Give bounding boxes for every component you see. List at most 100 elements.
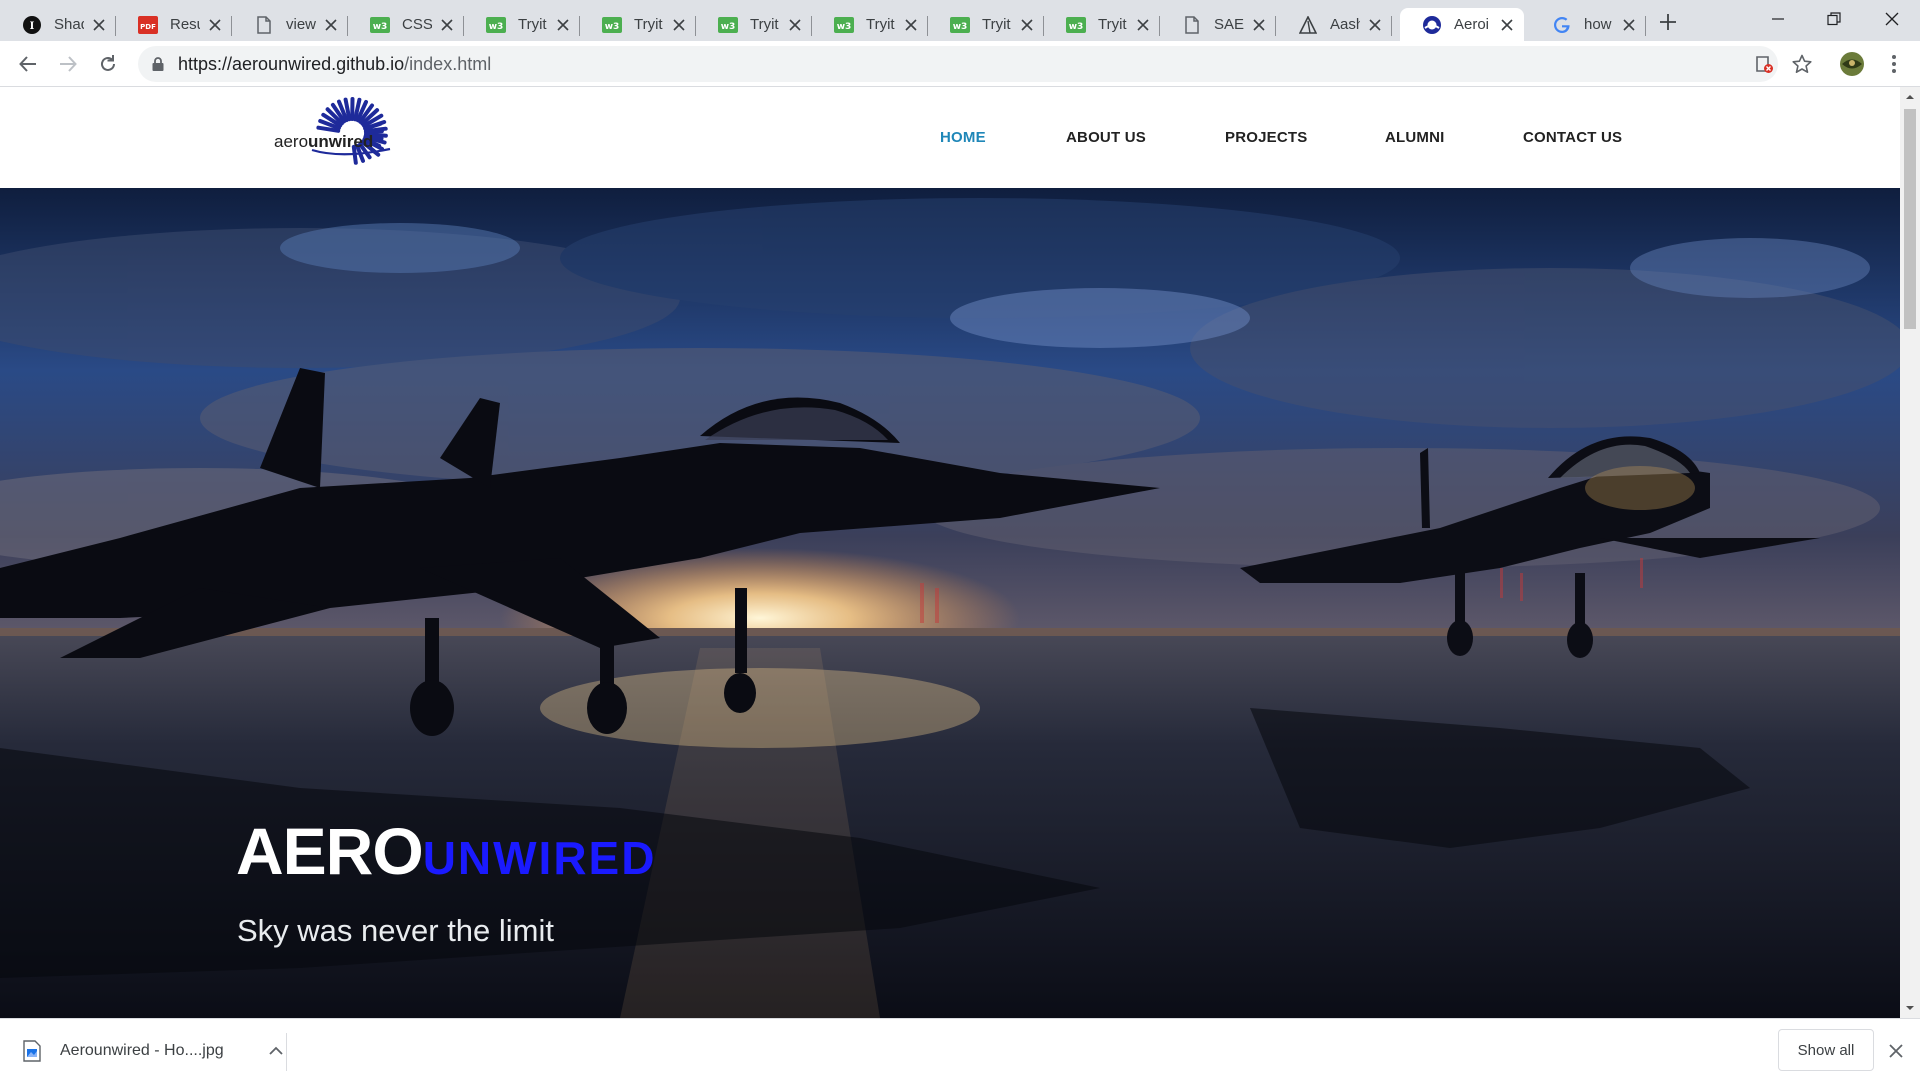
blocked-icon [1756, 56, 1773, 73]
svg-text:w3: w3 [489, 22, 504, 32]
avatar [1840, 52, 1864, 76]
close-icon[interactable] [438, 16, 456, 34]
browser-tab[interactable]: view- [232, 8, 348, 41]
tab-title: Shady [54, 16, 84, 33]
browser-tab[interactable]: SAE In [1160, 8, 1276, 41]
browser-tab[interactable]: w3 Tryit E [580, 8, 696, 41]
site-logo[interactable]: aerounwired [272, 97, 400, 165]
w3schools-icon: w3 [370, 15, 390, 35]
content-blocked-button[interactable] [1750, 50, 1778, 78]
close-icon[interactable] [322, 16, 340, 34]
close-icon[interactable] [1498, 16, 1516, 34]
browser-toolbar: https://aerounwired.github.io/index.html [0, 41, 1920, 87]
close-icon[interactable] [786, 16, 804, 34]
close-shelf-button[interactable] [1886, 1041, 1906, 1061]
kebab-menu-icon [1892, 55, 1896, 73]
tab-title: Aeroi [1454, 16, 1490, 33]
chevron-up-icon [269, 1046, 283, 1055]
scroll-down-icon[interactable] [1905, 1003, 1915, 1013]
close-icon[interactable] [1134, 16, 1152, 34]
tab-separator [1391, 16, 1392, 36]
svg-text:w3: w3 [605, 22, 620, 32]
scrollbar-thumb[interactable] [1904, 109, 1916, 329]
browser-tab[interactable]: w3 Tryit E [696, 8, 812, 41]
browser-tab[interactable]: w3 Tryit E [928, 8, 1044, 41]
browser-tab[interactable]: w3 Tryit E [1044, 8, 1160, 41]
hero-background-image [0, 188, 1900, 1018]
nav-projects[interactable]: PROJECTS [1225, 129, 1307, 149]
hero-subtitle: Sky was never the limit [237, 913, 554, 948]
svg-text:I: I [30, 21, 35, 32]
minimize-button[interactable] [1748, 0, 1808, 38]
window-close-button[interactable] [1862, 0, 1920, 38]
w3schools-icon: w3 [834, 15, 854, 35]
browser-tab-strip: I Shady PDF Resum view- w3 CSS T w3 Tryi… [0, 0, 1920, 41]
tab-title: CSS T [402, 16, 432, 33]
instapaper-icon: I [22, 15, 42, 35]
minimize-icon [1772, 18, 1784, 20]
restore-button[interactable] [1804, 0, 1864, 38]
tab-title: Tryit E [982, 16, 1012, 33]
tab-title: Tryit E [1098, 16, 1128, 33]
tab-title: Resum [170, 16, 200, 33]
tab-title: view- [286, 16, 316, 33]
nav-home[interactable]: HOME [940, 129, 986, 149]
back-button[interactable] [14, 50, 42, 78]
hero-title-main: AERO [236, 814, 424, 888]
close-icon[interactable] [554, 16, 572, 34]
tab-title: Tryit E [866, 16, 896, 33]
new-tab-button[interactable] [1656, 10, 1680, 34]
star-icon [1792, 54, 1812, 73]
plus-icon [1660, 14, 1676, 30]
close-icon[interactable] [670, 16, 688, 34]
svg-text:w3: w3 [953, 22, 968, 32]
profile-button[interactable] [1838, 50, 1866, 78]
close-icon[interactable] [1250, 16, 1268, 34]
menu-button[interactable] [1880, 50, 1908, 78]
nav-alumni[interactable]: ALUMNI [1385, 129, 1445, 149]
address-bar[interactable]: https://aerounwired.github.io/index.html [138, 46, 1778, 82]
page-scrollbar[interactable] [1900, 87, 1920, 1018]
url-text: https://aerounwired.github.io/index.html [178, 54, 491, 75]
close-icon [1889, 1044, 1903, 1058]
aerounwired-icon [1422, 15, 1442, 35]
svg-text:aerounwired: aerounwired [274, 132, 373, 151]
restore-icon [1827, 12, 1841, 26]
close-icon[interactable] [902, 16, 920, 34]
browser-tab-active[interactable]: Aeroi [1400, 8, 1524, 41]
svg-text:w3: w3 [1069, 22, 1084, 32]
close-icon[interactable] [1620, 16, 1638, 34]
logo-text-light: aero [274, 132, 308, 151]
nav-about-us[interactable]: ABOUT US [1066, 129, 1146, 149]
nav-contact-us[interactable]: CONTACT US [1523, 129, 1622, 149]
browser-tab[interactable]: w3 Tryit E [812, 8, 928, 41]
reload-button[interactable] [94, 50, 122, 78]
browser-tab[interactable]: Aashi [1276, 8, 1392, 41]
close-icon[interactable] [1018, 16, 1036, 34]
download-item[interactable]: Aerounwired - Ho....jpg [22, 1031, 286, 1071]
close-icon[interactable] [90, 16, 108, 34]
logo-graphic: aerounwired [274, 97, 391, 165]
tab-title: Tryit E [750, 16, 780, 33]
download-options-button[interactable] [266, 1041, 286, 1061]
scroll-up-icon[interactable] [1905, 92, 1915, 102]
svg-text:PDF: PDF [140, 23, 156, 31]
svg-text:w3: w3 [837, 22, 852, 32]
close-icon[interactable] [206, 16, 224, 34]
svg-text:w3: w3 [373, 22, 388, 32]
browser-tab[interactable]: how t [1530, 8, 1646, 41]
url-host: https://aerounwired.github.io [178, 54, 405, 74]
browser-tab[interactable]: I Shady [0, 8, 116, 41]
browser-tab[interactable]: w3 CSS T [348, 8, 464, 41]
w3schools-icon: w3 [950, 15, 970, 35]
bookmark-button[interactable] [1788, 50, 1816, 78]
close-icon[interactable] [1366, 16, 1384, 34]
forward-button[interactable] [54, 50, 82, 78]
tab-separator [1645, 16, 1646, 36]
browser-tab[interactable]: PDF Resum [116, 8, 232, 41]
browser-tab[interactable]: w3 Tryit E [464, 8, 580, 41]
show-all-button[interactable]: Show all [1778, 1029, 1874, 1071]
svg-text:w3: w3 [721, 22, 736, 32]
lock-icon [152, 57, 164, 71]
reload-icon [101, 55, 115, 71]
